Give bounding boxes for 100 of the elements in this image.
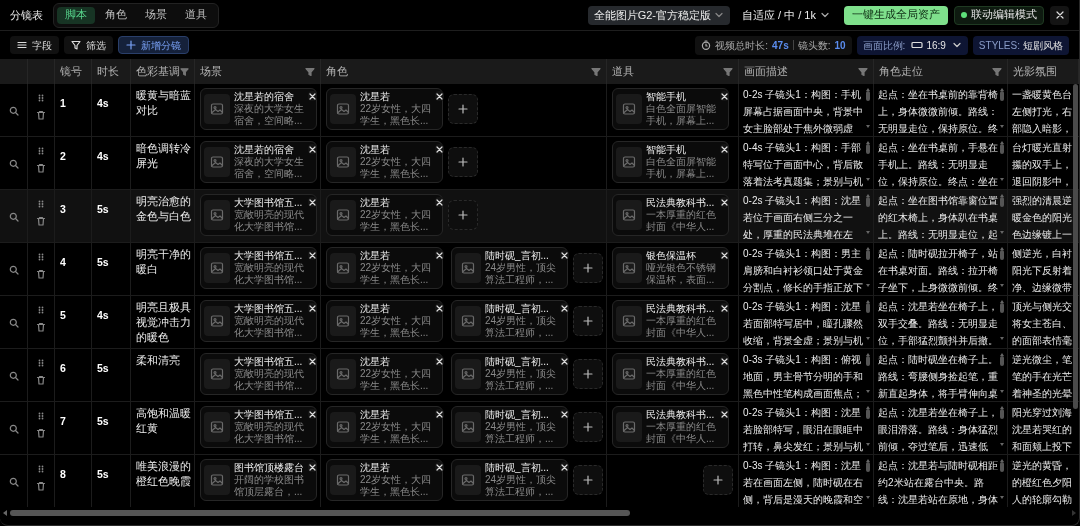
search-icon[interactable] — [8, 105, 19, 116]
mini-scrollbar[interactable] — [1000, 194, 1004, 234]
scene-card[interactable]: 大学图书馆五... 宽敞明亮的现代 化大学图书馆... — [200, 353, 317, 395]
character-card[interactable]: 陆时砚_言初... 24岁男性，顶尖 算法工程师，... — [451, 353, 568, 395]
prop-card[interactable]: 民法典教科书... 一本厚重的红色 封面《中华人... — [612, 194, 729, 236]
remove-button[interactable] — [560, 356, 570, 366]
fields-button[interactable]: 字段 — [10, 36, 59, 54]
mini-scrollbar[interactable] — [866, 353, 870, 393]
prop-card[interactable]: 银色保温杯 哑光银色不锈钢 保温杯，表面... — [612, 247, 729, 289]
search-icon[interactable] — [8, 370, 19, 381]
trash-icon[interactable] — [36, 322, 46, 332]
linked-edit-toggle[interactable]: 联动编辑模式 — [954, 5, 1044, 25]
trash-icon[interactable] — [36, 216, 46, 226]
prop-card[interactable]: 民法典教科书... 一本厚重的红色 封面《中华人... — [612, 406, 729, 448]
remove-button[interactable] — [308, 144, 317, 154]
remove-button[interactable] — [560, 303, 570, 313]
character-card[interactable]: 沈星若 22岁女性，大四 学生，黑色长... — [326, 353, 443, 395]
trash-icon[interactable] — [36, 163, 46, 173]
mini-scrollbar[interactable] — [1000, 300, 1004, 340]
add-button[interactable] — [573, 412, 603, 442]
model-dropdown[interactable]: 全能图片G2-官方稳定版 — [587, 5, 731, 25]
filter-icon[interactable] — [591, 66, 601, 77]
tab[interactable]: 场景 — [137, 6, 175, 24]
scene-card[interactable]: 沈星若的宿舍 深夜的大学女生 宿舍，空间略... — [200, 141, 317, 183]
trash-icon[interactable] — [36, 269, 46, 279]
mini-scrollbar[interactable] — [1000, 141, 1004, 181]
filter-icon[interactable] — [180, 66, 189, 77]
add-button[interactable] — [448, 147, 478, 177]
add-button[interactable] — [573, 465, 603, 495]
add-button[interactable] — [448, 94, 478, 124]
character-card[interactable]: 陆时砚_言初... 24岁男性，顶尖 算法工程师，... — [451, 459, 568, 501]
remove-button[interactable] — [435, 197, 445, 207]
mini-scrollbar[interactable] — [1000, 406, 1004, 446]
scene-card[interactable]: 沈星若的宿舍 深夜的大学女生 宿舍，空间略... — [200, 88, 317, 130]
remove-button[interactable] — [435, 250, 445, 260]
remove-button[interactable] — [435, 144, 445, 154]
filter-icon[interactable] — [723, 66, 733, 77]
search-icon[interactable] — [8, 423, 19, 434]
remove-button[interactable] — [560, 409, 570, 419]
styles-button[interactable]: STYLES: 短剧风格 — [972, 35, 1069, 55]
remove-button[interactable] — [435, 303, 445, 313]
search-icon[interactable] — [8, 211, 19, 222]
remove-button[interactable] — [720, 250, 729, 260]
remove-button[interactable] — [720, 303, 729, 313]
mini-scrollbar[interactable] — [1000, 353, 1004, 393]
remove-button[interactable] — [435, 409, 445, 419]
add-shot-button[interactable]: 新增分镜 — [118, 36, 189, 54]
character-card[interactable]: 陆时砚_言初... 24岁男性，顶尖 算法工程师，... — [451, 300, 568, 342]
remove-button[interactable] — [720, 197, 729, 207]
character-card[interactable]: 沈星若 22岁女性，大四 学生，黑色长... — [326, 406, 443, 448]
scene-card[interactable]: 大学图书馆五... 宽敞明亮的现代 化大学图书馆... — [200, 194, 317, 236]
search-icon[interactable] — [8, 264, 19, 275]
mini-scrollbar[interactable] — [1000, 247, 1004, 287]
tab[interactable]: 脚本 — [57, 6, 95, 24]
remove-button[interactable] — [720, 356, 729, 366]
remove-button[interactable] — [308, 197, 317, 207]
remove-button[interactable] — [308, 303, 317, 313]
remove-button[interactable] — [308, 409, 317, 419]
drag-handle-icon[interactable] — [38, 253, 44, 261]
scene-card[interactable]: 大学图书馆五... 宽敞明亮的现代 化大学图书馆... — [200, 300, 317, 342]
filter-icon[interactable] — [992, 66, 1002, 77]
drag-handle-icon[interactable] — [38, 94, 44, 102]
drag-handle-icon[interactable] — [38, 147, 44, 155]
vertical-scrollbar[interactable] — [1073, 84, 1078, 409]
aspect-ratio-dropdown[interactable]: 画面比例: 16:9 — [856, 35, 968, 55]
mini-scrollbar[interactable] — [1000, 88, 1004, 128]
filter-button[interactable]: 筛选 — [64, 36, 113, 54]
remove-button[interactable] — [720, 409, 729, 419]
close-button[interactable] — [1050, 5, 1069, 25]
character-card[interactable]: 沈星若 22岁女性，大四 学生，黑色长... — [326, 247, 443, 289]
character-card[interactable]: 陆时砚_言初... 24岁男性，顶尖 算法工程师，... — [451, 247, 568, 289]
prop-card[interactable]: 智能手机 白色全面屏智能 手机，屏幕上... — [612, 88, 729, 130]
drag-handle-icon[interactable] — [38, 359, 44, 367]
scene-card[interactable]: 大学图书馆五... 宽敞明亮的现代 化大学图书馆... — [200, 247, 317, 289]
scene-card[interactable]: 大学图书馆五... 宽敞明亮的现代 化大学图书馆... — [200, 406, 317, 448]
character-card[interactable]: 沈星若 22岁女性，大四 学生，黑色长... — [326, 88, 443, 130]
generate-button[interactable]: 一键生成全局资产 — [844, 5, 948, 25]
prop-card[interactable]: 智能手机 白色全面屏智能 手机，屏幕上... — [612, 141, 729, 183]
search-icon[interactable] — [8, 317, 19, 328]
tab[interactable]: 角色 — [97, 6, 135, 24]
horizontal-scrollbar[interactable] — [0, 507, 1079, 519]
remove-button[interactable] — [720, 91, 729, 101]
character-card[interactable]: 沈星若 22岁女性，大四 学生，黑色长... — [326, 141, 443, 183]
mini-scrollbar[interactable] — [866, 247, 870, 287]
add-button[interactable] — [573, 253, 603, 283]
mini-scrollbar[interactable] — [866, 194, 870, 234]
scene-card[interactable]: 图书馆顶楼露台 开阔的学校图书 馆顶层露台，... — [200, 459, 317, 501]
character-card[interactable]: 陆时砚_言初... 24岁男性，顶尖 算法工程师，... — [451, 406, 568, 448]
remove-button[interactable] — [560, 250, 570, 260]
mini-scrollbar[interactable] — [866, 88, 870, 128]
remove-button[interactable] — [435, 91, 445, 101]
drag-handle-icon[interactable] — [38, 306, 44, 314]
mini-scrollbar[interactable] — [866, 300, 870, 340]
trash-icon[interactable] — [36, 428, 46, 438]
mini-scrollbar[interactable] — [1000, 459, 1004, 499]
tab[interactable]: 道具 — [177, 6, 215, 24]
mini-scrollbar[interactable] — [866, 141, 870, 181]
drag-handle-icon[interactable] — [38, 412, 44, 420]
trash-icon[interactable] — [36, 375, 46, 385]
prop-card[interactable]: 民法典教科书... 一本厚重的红色 封面《中华人... — [612, 353, 729, 395]
